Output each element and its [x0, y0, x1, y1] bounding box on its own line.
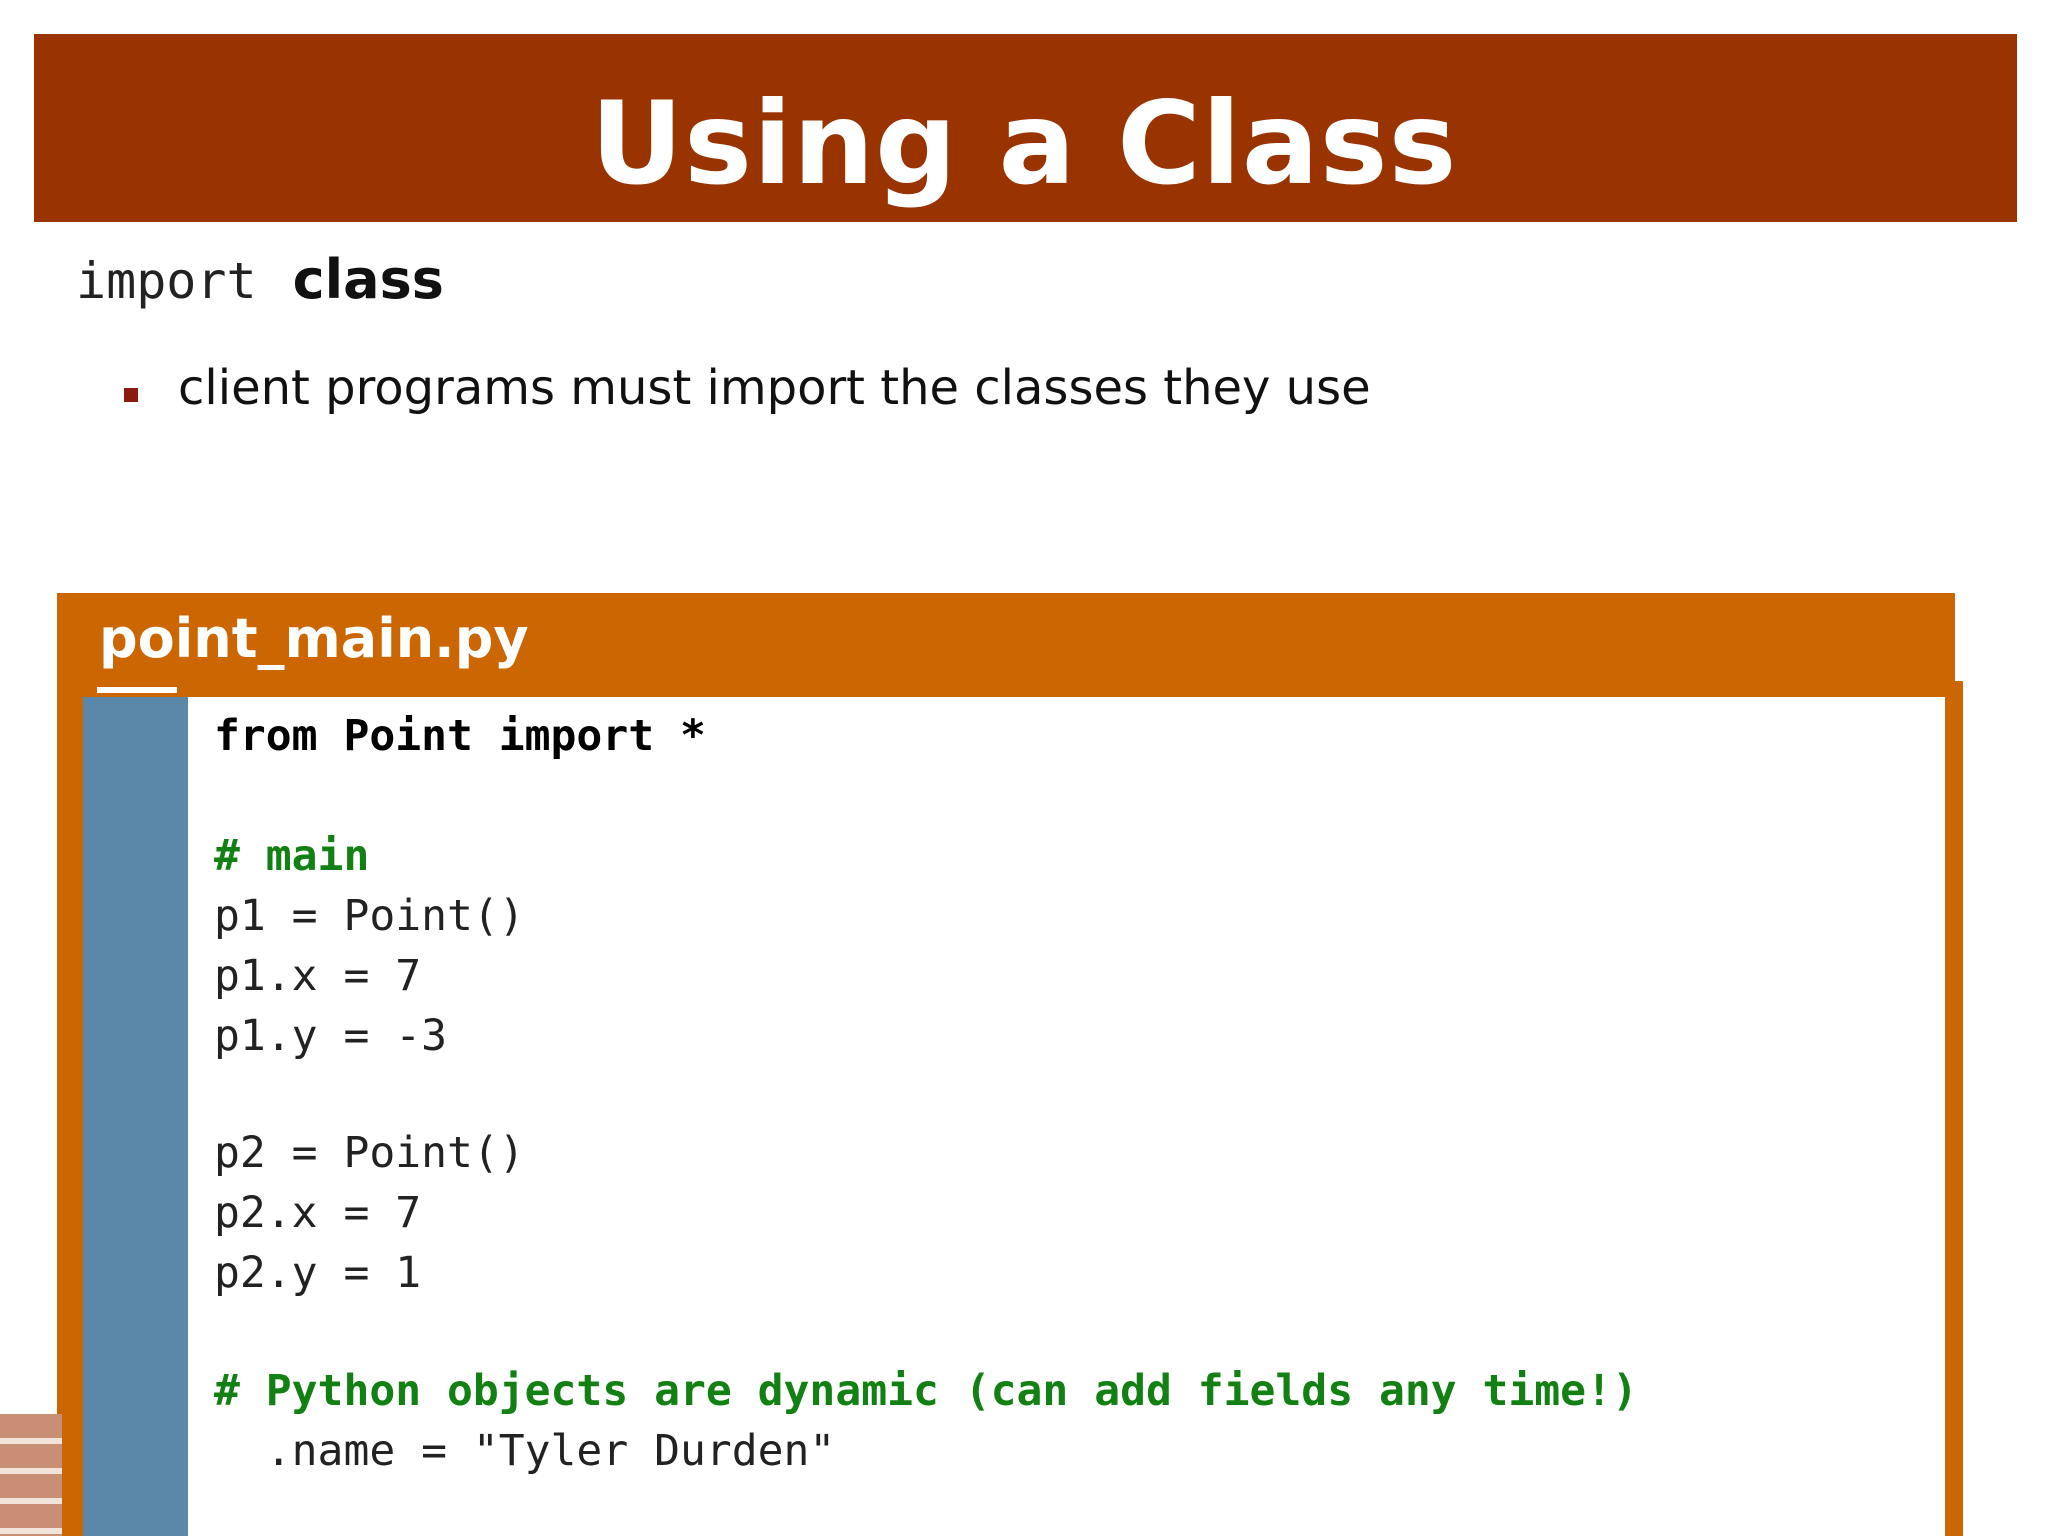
code-line-p2-y: p2.y = 1: [214, 1248, 422, 1298]
code-area: from Point import * # main p1 = Point() …: [188, 697, 1945, 1536]
code-line-p2-x: p2.x = 7: [214, 1188, 422, 1238]
bullet-item: client programs must import the classes …: [124, 360, 1371, 416]
code-line-p2-create: p2 = Point(): [214, 1128, 525, 1178]
brick-wall-decoration: [0, 1414, 62, 1536]
header-underline: [97, 687, 177, 693]
code-line-name: .name = "Tyler Durden": [214, 1426, 836, 1476]
code-gutter: [83, 697, 188, 1536]
bullet-marker-icon: [124, 388, 138, 402]
code-line-p1-y: p1.y = -3: [214, 1011, 447, 1061]
slide-title: Using a Class: [590, 77, 1458, 210]
code-panel-header: point_main.py: [57, 593, 1955, 697]
panel-frame-right: [1945, 681, 1963, 1536]
code-line-p1-create: p1 = Point(): [214, 891, 525, 941]
panel-frame-left: [57, 691, 83, 1536]
code-panel: point_main.py from Point import * # main…: [57, 593, 1963, 1536]
code-line-comment-dynamic: # Python objects are dynamic (can add fi…: [214, 1366, 1638, 1416]
heading-bold: class: [292, 248, 444, 311]
code-filename: point_main.py: [99, 607, 529, 670]
heading-line: import class: [76, 248, 444, 312]
code-line-comment-main: # main: [214, 831, 370, 881]
heading-code: import: [76, 252, 257, 310]
bullet-text: client programs must import the classes …: [178, 360, 1371, 416]
slide: Using a Class import class client progra…: [0, 0, 2048, 1536]
code-line-p1-x: p1.x = 7: [214, 951, 422, 1001]
code-line-import: from Point import *: [214, 711, 706, 761]
